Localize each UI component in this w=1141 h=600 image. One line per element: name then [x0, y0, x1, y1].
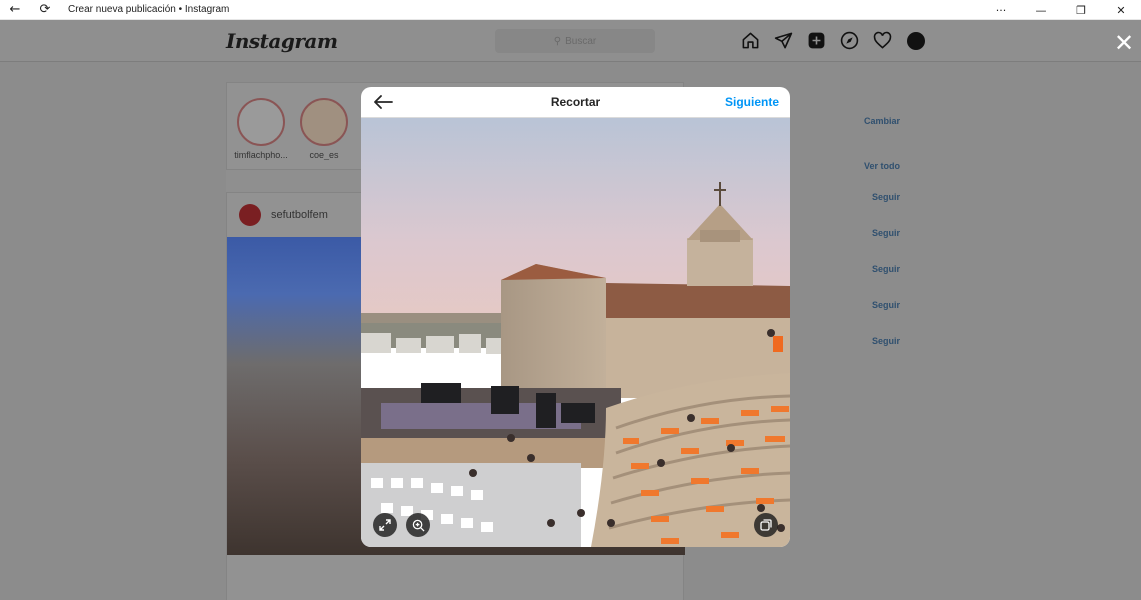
instagram-top-nav: Instagram ⚲ Buscar: [0, 20, 1141, 62]
dialog-header: Recortar Siguiente: [361, 87, 790, 118]
close-icon: ✕: [1116, 3, 1126, 17]
expand-button[interactable]: [373, 513, 397, 537]
next-button[interactable]: Siguiente: [725, 95, 779, 109]
back-arrow-icon: ←: [9, 2, 21, 17]
search-input[interactable]: ⚲ Buscar: [495, 29, 655, 53]
zoom-button[interactable]: [406, 513, 430, 537]
multiple-images-button[interactable]: [754, 513, 778, 537]
post-username[interactable]: sefutbolfem: [271, 209, 328, 221]
story-label: coe_es: [309, 150, 339, 160]
see-all-link[interactable]: Ver todo: [864, 161, 900, 171]
post-author-avatar[interactable]: [239, 204, 261, 226]
window-titlebar: ← ⟳ Crear nueva publicación • Instagram …: [0, 0, 1141, 20]
follow-button[interactable]: Seguir: [872, 300, 900, 310]
window-minimize-button[interactable]: —: [1021, 0, 1061, 20]
direct-icon[interactable]: [773, 30, 794, 51]
close-modal-button[interactable]: ✕: [1111, 30, 1137, 56]
instagram-logo[interactable]: Instagram: [226, 29, 338, 53]
search-icon: ⚲: [553, 35, 562, 47]
window-close-button[interactable]: ✕: [1101, 0, 1141, 20]
story-item[interactable]: coe_es: [294, 98, 354, 160]
search-placeholder: Buscar: [565, 35, 597, 47]
story-avatar: [300, 98, 348, 146]
crop-dialog: Recortar Siguiente: [361, 87, 790, 547]
zoom-icon: [412, 519, 425, 532]
follow-button[interactable]: Seguir: [872, 228, 900, 238]
minimize-icon: —: [1035, 3, 1047, 17]
story-item[interactable]: timflachpho...: [231, 98, 291, 160]
home-icon[interactable]: [740, 30, 761, 51]
crop-preview-image[interactable]: [361, 118, 790, 547]
story-avatar: [237, 98, 285, 146]
switch-account-link[interactable]: Cambiar: [864, 116, 900, 126]
window-title: Crear nueva publicación • Instagram: [68, 4, 230, 15]
activity-icon[interactable]: [872, 30, 893, 51]
follow-button[interactable]: Seguir: [872, 192, 900, 202]
window-refresh-button[interactable]: ⟳: [30, 0, 60, 20]
theatre-photo: [361, 118, 790, 547]
refresh-icon: ⟳: [39, 2, 51, 17]
window-maximize-button[interactable]: ❐: [1061, 0, 1101, 20]
story-label: timflachpho...: [234, 150, 288, 160]
multiple-images-icon: [760, 519, 772, 531]
explore-icon[interactable]: [839, 30, 860, 51]
profile-avatar[interactable]: [905, 30, 926, 51]
window-more-button[interactable]: ···: [981, 0, 1021, 20]
window-back-button[interactable]: ←: [0, 0, 30, 20]
more-icon: ···: [995, 3, 1007, 17]
maximize-icon: ❐: [1076, 3, 1086, 17]
new-post-icon[interactable]: [806, 30, 827, 51]
avatar: [906, 31, 925, 50]
follow-button[interactable]: Seguir: [872, 264, 900, 274]
follow-button[interactable]: Seguir: [872, 336, 900, 346]
expand-icon: [379, 519, 391, 531]
